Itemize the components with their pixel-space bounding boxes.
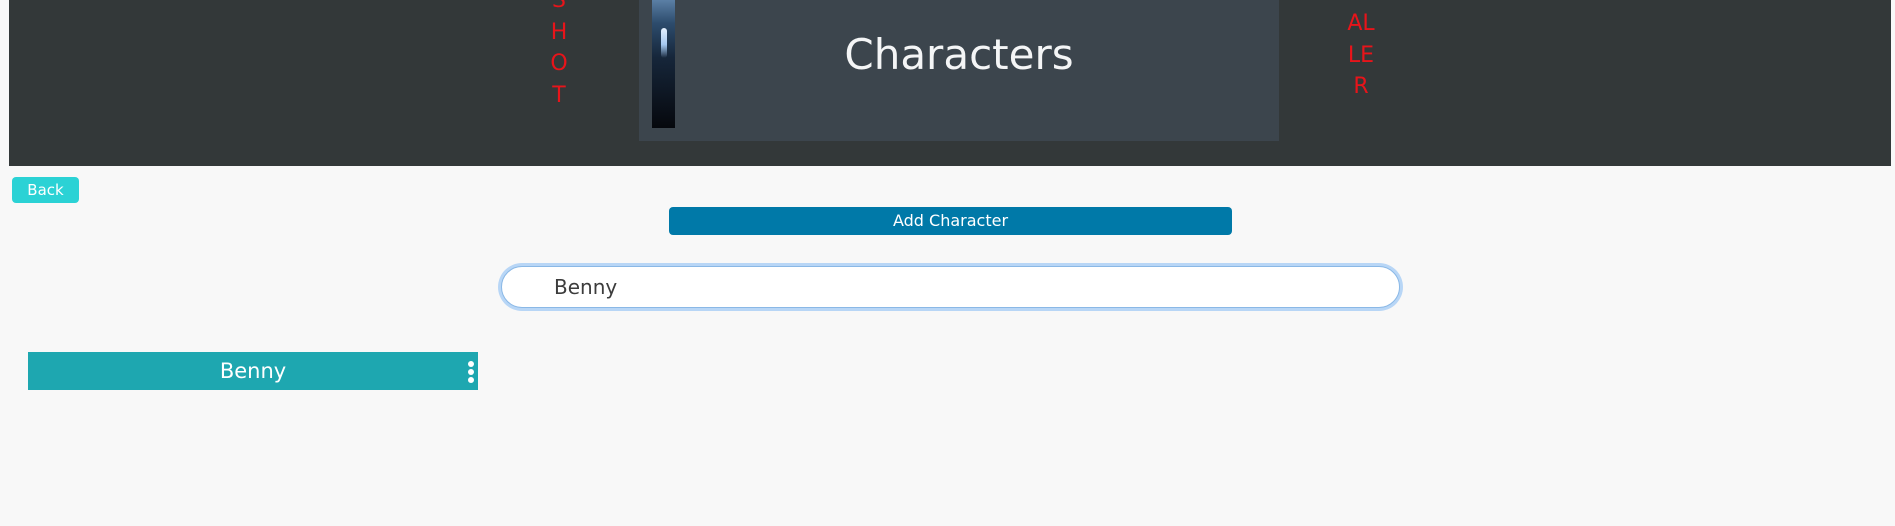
- character-name: Benny: [219, 359, 287, 383]
- search-input[interactable]: [501, 266, 1400, 308]
- back-button[interactable]: Back: [12, 177, 79, 203]
- title-panel: Characters: [639, 0, 1279, 141]
- character-card[interactable]: Benny: [28, 352, 478, 390]
- add-character-button[interactable]: Add Character: [669, 207, 1232, 235]
- page-title: Characters: [844, 30, 1074, 79]
- header-right-vertical-text: ALLER: [1347, 11, 1375, 99]
- more-vertical-icon[interactable]: [464, 360, 478, 384]
- app-header: SHOT Characters ALLER: [9, 0, 1891, 166]
- header-left-vertical-text: SHOT: [550, 0, 568, 108]
